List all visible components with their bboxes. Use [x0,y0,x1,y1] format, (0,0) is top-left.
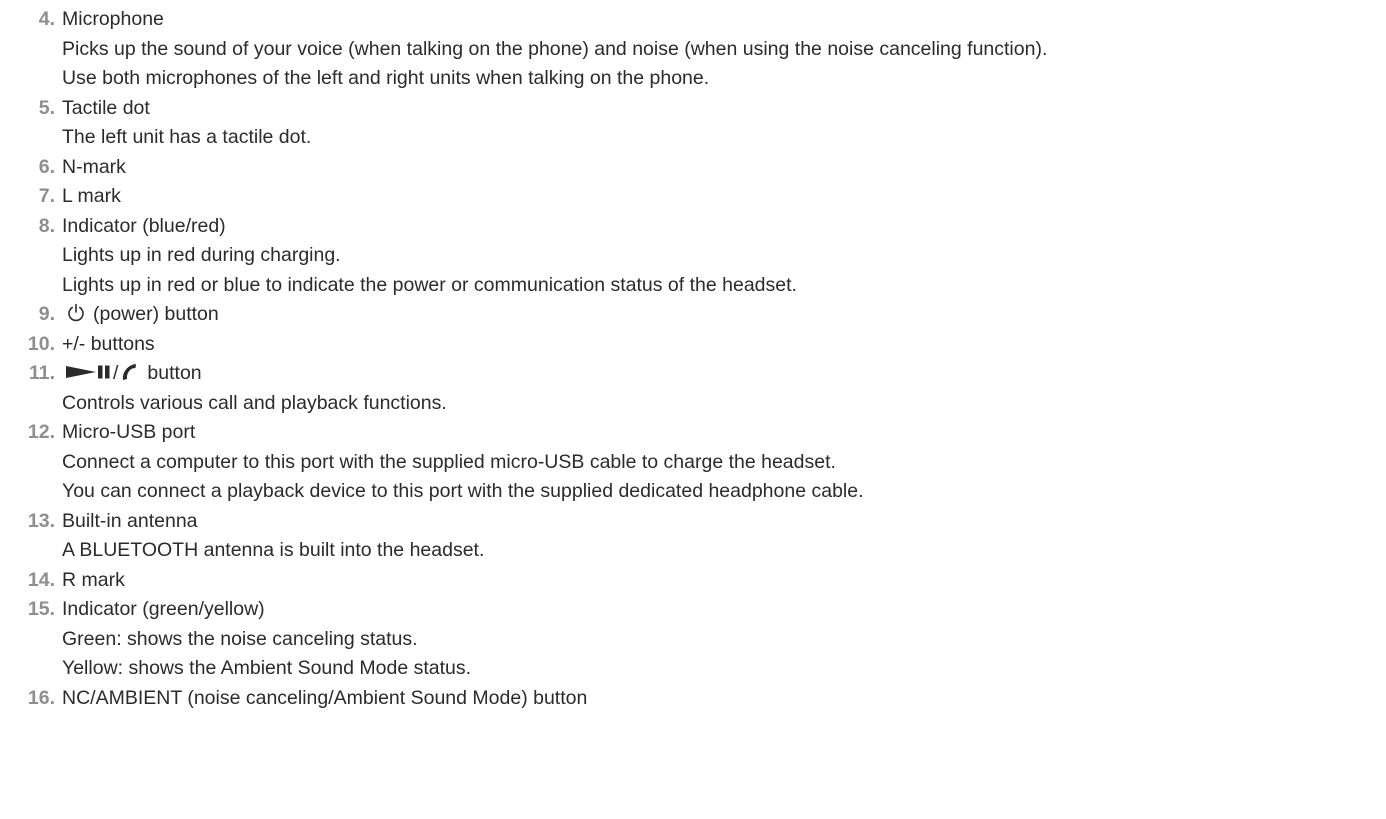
item-description: Lights up in red during charging. [62,244,341,266]
call-icon [119,362,139,382]
item-title-line: 10. +/- buttons [28,330,1386,360]
item-title-line: 12. Micro-USB port [28,418,1386,448]
list-item: 15. Indicator (green/yellow) Green: show… [0,595,1386,684]
item-title-line: 13. Built-in antenna [28,507,1386,537]
item-description: A BLUETOOTH antenna is built into the he… [62,539,485,561]
item-description: Yellow: shows the Ambient Sound Mode sta… [62,657,472,679]
list-item: 8. Indicator (blue/red) Lights up in red… [0,212,1386,301]
item-title: Microphone [62,8,164,30]
item-title-line: 16. NC/AMBIENT (noise canceling/Ambient … [28,684,1386,714]
power-icon [66,303,86,323]
list-item: 4. Microphone Picks up the sound of your… [0,5,1386,94]
parts-list: 4. Microphone Picks up the sound of your… [0,0,1386,713]
item-title: Indicator (blue/red) [62,214,226,237]
list-item: 7. L mark [0,182,1386,212]
list-item: 10. +/- buttons [0,330,1386,360]
item-title: R mark [62,568,125,591]
item-title-line: 9. (power) button [39,300,1386,330]
item-title: Micro-USB port [62,421,196,443]
list-item: 6. N-mark [0,153,1386,183]
icon-separator: / [113,362,119,384]
item-title: +/- buttons [62,332,155,355]
item-title: NC/AMBIENT (noise canceling/Ambient Soun… [62,686,588,709]
item-description: The left unit has a tactile dot. [62,126,312,148]
play-pause-icon [66,362,112,382]
list-item: 11. / button Controls various call and p… [0,359,1386,418]
item-title: L mark [62,185,121,207]
item-title-line: 7. L mark [39,182,1386,212]
list-item: 9. (power) button [0,300,1386,330]
item-title: Built-in antenna [62,509,198,532]
item-number: 12. [27,421,55,443]
item-number: 9. [38,303,55,325]
item-number: 13. [27,509,55,532]
item-title-line: 6. N-mark [39,153,1386,183]
list-item: 12. Micro-USB port Connect a computer to… [0,418,1386,507]
item-description: Connect a computer to this port with the… [62,450,836,473]
item-title: button [147,362,202,384]
item-title: Tactile dot [62,96,150,119]
list-item: 5. Tactile dot The left unit has a tacti… [0,94,1386,153]
list-item: 13. Built-in antenna A BLUETOOTH antenna… [0,507,1386,566]
item-title-line: 5. Tactile dot [39,94,1386,124]
item-description: Use both microphones of the left and rig… [62,67,710,89]
item-number: 8. [38,214,55,237]
item-title-line: 4. Microphone [39,5,1386,35]
item-number: 6. [38,155,55,178]
item-number: 4. [38,8,55,30]
item-number: 10. [27,332,55,355]
item-title-line: 8. Indicator (blue/red) [39,212,1386,242]
item-title: N-mark [62,155,126,178]
list-item: 16. NC/AMBIENT (noise canceling/Ambient … [0,684,1386,714]
item-description: Lights up in red or blue to indicate the… [62,273,797,296]
item-title: (power) button [93,303,219,325]
list-item: 14. R mark [0,566,1386,596]
item-number: 11. [28,362,55,384]
item-number: 16. [27,686,55,709]
item-title: Indicator (green/yellow) [62,598,265,620]
item-description: Controls various call and playback funct… [62,391,447,414]
item-number: 7. [38,185,55,207]
item-title-line: 15. Indicator (green/yellow) [28,595,1386,625]
item-description: You can connect a playback device to thi… [62,480,864,502]
item-title-line: 11. / button [29,359,1386,389]
item-number: 14. [27,568,55,591]
item-number: 15. [27,598,55,620]
item-description: Green: shows the noise canceling status. [62,627,418,650]
item-number: 5. [38,96,55,119]
item-description: Picks up the sound of your voice (when t… [62,37,1048,60]
item-title-line: 14. R mark [28,566,1386,596]
